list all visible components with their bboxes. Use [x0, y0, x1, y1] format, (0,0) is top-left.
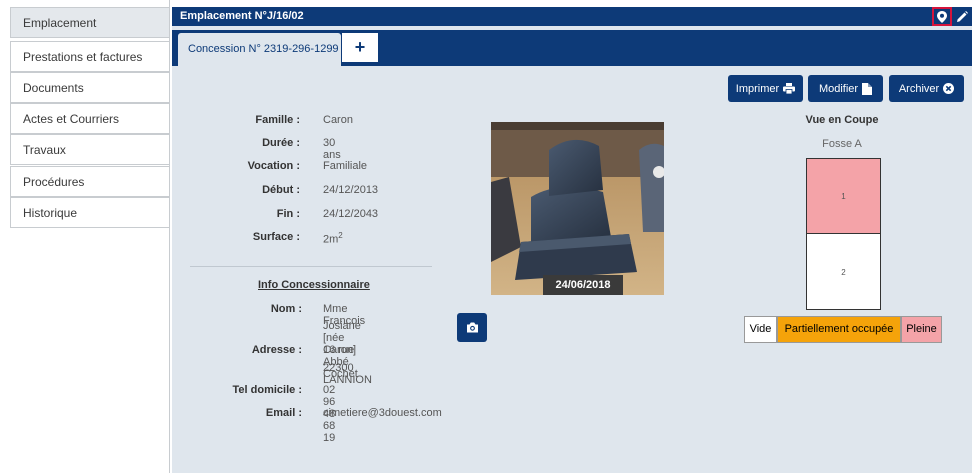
section-divider — [190, 266, 432, 267]
sidebar-item-prestations[interactable]: Prestations et factures — [10, 41, 170, 72]
famille-value: Caron — [323, 114, 353, 126]
adresse-label: Adresse : — [251, 344, 302, 356]
legend-partielle: Partiellement occupée — [777, 316, 901, 343]
camera-icon — [466, 322, 478, 333]
map-pin-icon[interactable] — [932, 7, 952, 26]
sidebar-item-actes[interactable]: Actes et Courriers — [10, 103, 170, 134]
archive-label: Archiver — [898, 82, 940, 95]
coupe-title: Vue en Coupe — [805, 114, 879, 126]
add-tab-button[interactable]: + — [342, 33, 378, 62]
famille-label: Famille : — [255, 114, 300, 126]
sidebar-item-travaux[interactable]: Travaux — [10, 134, 170, 165]
email-label: Email : — [265, 407, 302, 419]
main-panel: Emplacement N°J/16/02 Concession N° 2319… — [172, 7, 972, 473]
debut-value: 24/12/2013 — [323, 184, 379, 196]
sidebar-item-procedures[interactable]: Procédures — [10, 166, 170, 197]
legend-pleine: Pleine — [901, 316, 942, 343]
page-title: Emplacement N°J/16/02 — [180, 10, 304, 22]
sidebar-item-documents[interactable]: Documents — [10, 72, 170, 103]
archive-button[interactable]: Archiver — [889, 75, 964, 102]
fin-label: Fin : — [276, 208, 300, 220]
surface-value: 2m2 — [323, 231, 343, 246]
print-button[interactable]: Imprimer — [728, 75, 803, 102]
tel-label: Tel domicile : — [232, 384, 302, 396]
edit-button[interactable]: Modifier — [808, 75, 883, 102]
sidebar-item-historique[interactable]: Historique — [10, 197, 170, 228]
surface-label: Surface : — [252, 231, 300, 243]
tab-concession[interactable]: Concession N° 2319-296-1299 — [178, 33, 341, 66]
photo-date: 24/06/2018 — [543, 275, 623, 295]
fosse-cell-1[interactable]: 1 — [806, 158, 881, 234]
fosse-label: Fosse A — [822, 138, 862, 150]
fosse-cell-2[interactable]: 2 — [806, 233, 881, 310]
print-label: Imprimer — [735, 82, 780, 95]
title-bar: Emplacement N°J/16/02 — [172, 7, 972, 26]
debut-label: Début : — [262, 184, 300, 196]
section-title: Info Concessionnaire — [258, 279, 370, 291]
duree-label: Durée : — [262, 137, 300, 149]
sidebar: Emplacement Prestations et factures Docu… — [0, 0, 170, 473]
document-icon — [862, 82, 873, 95]
printer-icon — [783, 83, 796, 94]
email-value: cimetiere@3douest.com — [323, 407, 442, 419]
legend-vide: Vide — [744, 316, 777, 343]
fin-value: 24/12/2043 — [323, 208, 379, 220]
duree-value: 30 ans — [323, 137, 341, 161]
vocation-value: Familiale — [323, 160, 368, 172]
grave-photo[interactable]: 24/06/2018 — [491, 122, 664, 295]
nom-label: Nom : — [270, 303, 302, 315]
grave-image — [491, 122, 664, 295]
tab-bar: Concession N° 2319-296-1299 + — [172, 30, 972, 66]
edit-label: Modifier — [818, 82, 859, 95]
surface-number: 2m — [323, 233, 339, 246]
vocation-label: Vocation : — [247, 160, 300, 172]
sidebar-item-emplacement[interactable]: Emplacement — [10, 7, 170, 38]
camera-button[interactable] — [457, 313, 487, 342]
pencil-icon[interactable] — [952, 7, 972, 26]
adresse-line2: 22300 LANNION — [323, 362, 372, 386]
surface-exponent: 2 — [338, 231, 343, 240]
circle-x-icon — [943, 83, 955, 94]
